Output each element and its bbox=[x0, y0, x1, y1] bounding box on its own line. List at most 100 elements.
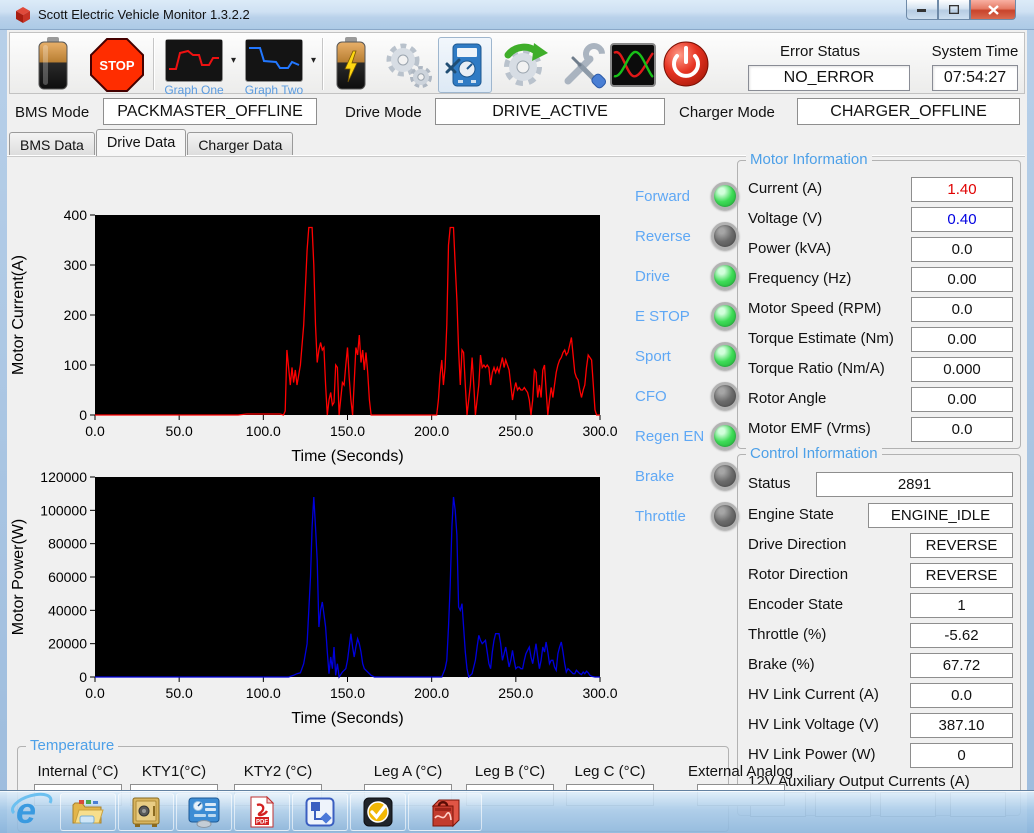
power-icon bbox=[662, 40, 710, 88]
oscilloscope-icon bbox=[610, 43, 656, 87]
rotor-angle-field[interactable] bbox=[911, 387, 1013, 412]
drive-led-indicator bbox=[711, 262, 739, 290]
svg-text:80000: 80000 bbox=[48, 536, 87, 552]
close-button[interactable] bbox=[970, 0, 1016, 20]
svg-text:150.0: 150.0 bbox=[330, 685, 365, 701]
svg-text:100000: 100000 bbox=[40, 502, 87, 518]
led-panel: Forward Reverse Drive E STOP Sport CFO R… bbox=[635, 176, 751, 536]
torque-ratio-field[interactable] bbox=[911, 357, 1013, 382]
svg-text:Motor Power(W): Motor Power(W) bbox=[10, 519, 27, 635]
svg-text:300.0: 300.0 bbox=[582, 685, 617, 701]
svg-text:50.0: 50.0 bbox=[166, 423, 193, 439]
svg-text:0: 0 bbox=[79, 407, 87, 423]
svg-text:STOP: STOP bbox=[99, 58, 134, 73]
svg-text:200.0: 200.0 bbox=[414, 423, 449, 439]
encoder-state-field[interactable] bbox=[910, 593, 1013, 618]
flowchart-app-taskbar-button[interactable] bbox=[292, 793, 348, 831]
drive-mode-field[interactable] bbox=[435, 98, 665, 125]
tools-button[interactable] bbox=[556, 39, 608, 91]
graph-two-dropdown-arrow[interactable]: ▾ bbox=[311, 55, 316, 66]
tab-drive-data[interactable]: Drive Data bbox=[96, 129, 187, 156]
frequency-field[interactable] bbox=[911, 267, 1013, 292]
rotor-direction-field[interactable] bbox=[910, 563, 1013, 588]
charger-mode-field[interactable] bbox=[797, 98, 1020, 125]
throttle-led-indicator bbox=[711, 502, 739, 530]
window-title: Scott Electric Vehicle Monitor 1.3.2.2 bbox=[38, 7, 250, 22]
taskbar: e bbox=[0, 790, 1034, 833]
stop-button[interactable]: STOP bbox=[90, 38, 144, 92]
engine-state-field[interactable] bbox=[868, 503, 1013, 528]
hv-link-voltage-field[interactable] bbox=[910, 713, 1013, 738]
throttle-field[interactable] bbox=[910, 623, 1013, 648]
reverse-led-indicator bbox=[711, 222, 739, 250]
cfo-led-indicator bbox=[711, 382, 739, 410]
refresh-gear-icon bbox=[498, 39, 550, 91]
charger-mode-label: Charger Mode bbox=[679, 104, 775, 121]
maximize-button[interactable] bbox=[938, 0, 970, 20]
svg-text:0.0: 0.0 bbox=[85, 685, 105, 701]
battery-charge-button[interactable] bbox=[332, 37, 370, 91]
control-information-group: Control Information Status Engine State … bbox=[737, 454, 1021, 816]
control-panel-icon bbox=[187, 796, 221, 828]
led-row-regen: Regen EN bbox=[635, 416, 751, 456]
settings-button[interactable] bbox=[382, 39, 434, 91]
svg-text:60000: 60000 bbox=[48, 569, 87, 585]
system-time-label: System Time bbox=[925, 43, 1025, 60]
file-manager-taskbar-button[interactable] bbox=[60, 793, 116, 831]
drive-mode-label: Drive Mode bbox=[345, 104, 422, 121]
status-field[interactable] bbox=[816, 472, 1013, 497]
motor-speed-field[interactable] bbox=[911, 297, 1013, 322]
multimeter-button[interactable] bbox=[438, 37, 492, 93]
graph-two-thumbnail-icon bbox=[245, 39, 303, 82]
led-row-sport: Sport bbox=[635, 336, 751, 376]
pdf-icon: PDF bbox=[248, 796, 276, 828]
brake-field[interactable] bbox=[910, 653, 1013, 678]
multimeter-icon bbox=[445, 42, 485, 88]
led-row-throttle: Throttle bbox=[635, 496, 751, 536]
svg-text:50.0: 50.0 bbox=[166, 685, 193, 701]
torque-estimate-field[interactable] bbox=[911, 327, 1013, 352]
power-field[interactable] bbox=[911, 237, 1013, 262]
toolbox-taskbar-button[interactable] bbox=[408, 793, 482, 831]
internet-explorer-icon[interactable]: e bbox=[10, 791, 54, 833]
svg-text:200.0: 200.0 bbox=[414, 685, 449, 701]
client-area: STOP Graph One ▾ bbox=[7, 30, 1027, 833]
battery-button[interactable] bbox=[34, 37, 72, 91]
refresh-button[interactable] bbox=[498, 39, 550, 91]
power-button[interactable] bbox=[662, 40, 710, 88]
error-status-field[interactable] bbox=[748, 65, 910, 91]
led-row-forward: Forward bbox=[635, 176, 751, 216]
motor-power-chart: 0.050.0100.0150.0200.0250.0300.002000040… bbox=[7, 457, 622, 737]
motor-emf-field[interactable] bbox=[911, 417, 1013, 442]
hv-link-power-field[interactable] bbox=[910, 743, 1013, 768]
system-time-field[interactable] bbox=[932, 65, 1018, 91]
svg-text:400: 400 bbox=[64, 207, 88, 223]
led-row-estop: E STOP bbox=[635, 296, 751, 336]
svg-text:300.0: 300.0 bbox=[582, 423, 617, 439]
voltage-field[interactable] bbox=[911, 207, 1013, 232]
motor-information-group: Motor Information Current (A) Voltage (V… bbox=[737, 160, 1021, 449]
tab-bms-data[interactable]: BMS Data bbox=[9, 132, 95, 156]
graph-one-button[interactable]: Graph One bbox=[160, 39, 228, 97]
safe-taskbar-button[interactable] bbox=[118, 793, 174, 831]
graph-one-dropdown-arrow[interactable]: ▾ bbox=[231, 55, 236, 66]
bms-mode-label: BMS Mode bbox=[15, 104, 89, 121]
current-field[interactable] bbox=[911, 177, 1013, 202]
control-panel-taskbar-button[interactable] bbox=[176, 793, 232, 831]
drive-direction-field[interactable] bbox=[910, 533, 1013, 558]
tab-charger-data[interactable]: Charger Data bbox=[187, 132, 293, 156]
toolbar-separator bbox=[322, 38, 323, 90]
graph-two-button[interactable]: Graph Two bbox=[240, 39, 308, 97]
minimize-button[interactable] bbox=[906, 0, 938, 20]
pdf-reader-taskbar-button[interactable]: PDF bbox=[234, 793, 290, 831]
oscilloscope-button[interactable] bbox=[610, 43, 656, 87]
svg-text:300: 300 bbox=[64, 257, 88, 273]
bms-mode-field[interactable] bbox=[103, 98, 317, 125]
hv-link-current-field[interactable] bbox=[910, 683, 1013, 708]
norton-security-taskbar-button[interactable] bbox=[350, 793, 406, 831]
tools-icon bbox=[556, 39, 608, 91]
svg-text:100.0: 100.0 bbox=[246, 423, 281, 439]
graph-one-thumbnail-icon bbox=[165, 39, 223, 82]
temperature-title: Temperature bbox=[26, 737, 118, 754]
flowchart-icon bbox=[305, 797, 335, 827]
